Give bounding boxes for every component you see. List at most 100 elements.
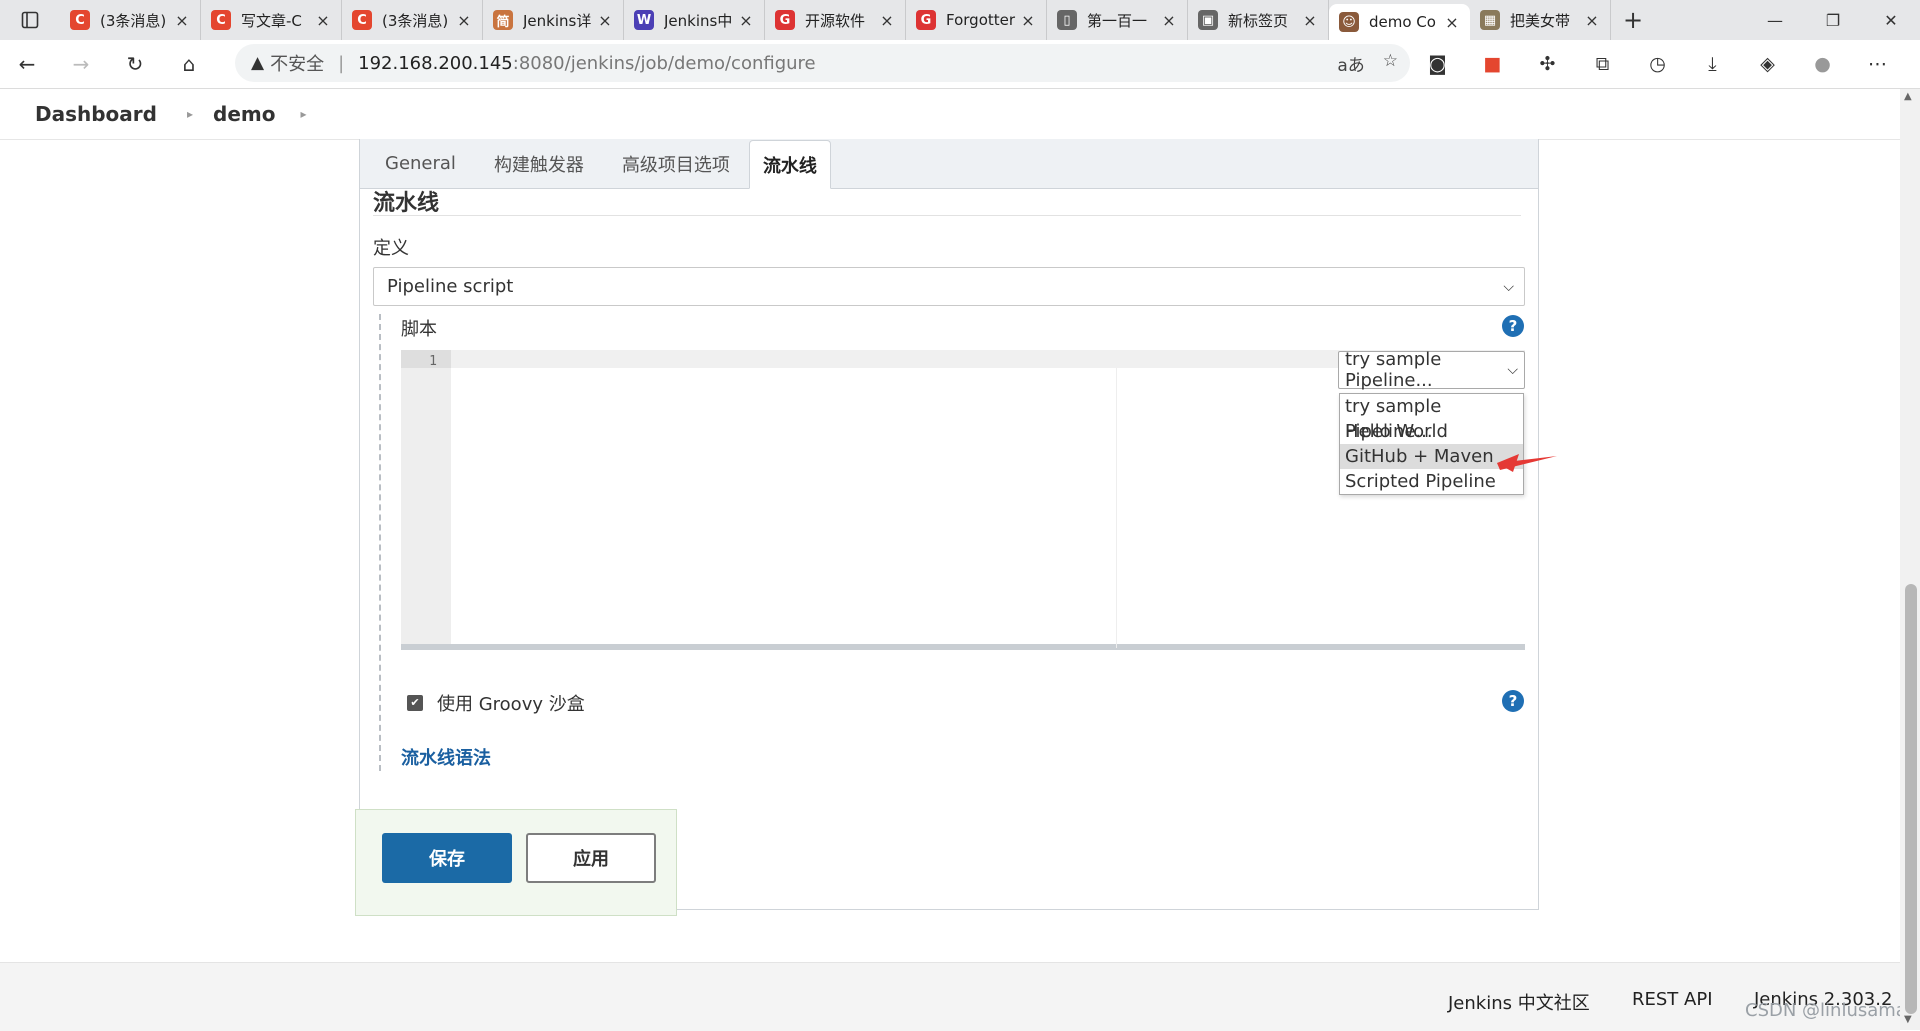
scroll-up-icon[interactable]: ▲ [1904, 91, 1912, 102]
extension-1-icon[interactable]: ◙ [1410, 53, 1465, 75]
browser-tab[interactable]: W Jenkins中 × [624, 0, 765, 40]
breadcrumb-job[interactable]: demo [213, 102, 275, 126]
tab-favicon-icon: C [352, 10, 372, 30]
chevron-down-icon: ⌵ [1503, 278, 1514, 295]
browser-tab[interactable]: G 开源软件 × [765, 0, 906, 40]
favorite-add-icon[interactable]: ☆ [1383, 51, 1398, 76]
tab-title: Jenkins中 [664, 11, 733, 30]
tab-title: 开源软件 [805, 11, 866, 30]
tab-title: (3条消息) [382, 11, 449, 30]
chevron-down-icon: ⌵ [1507, 362, 1518, 378]
option-hello-world[interactable]: Hello World [1340, 419, 1523, 444]
browser-tab[interactable]: ☺ demo Co × [1329, 4, 1470, 40]
tab-title: 把美女带 [1510, 11, 1571, 30]
tab-pipeline[interactable]: 流水线 [748, 140, 831, 189]
sample-pipeline-value: try sample Pipeline... [1345, 349, 1442, 391]
reload-icon[interactable]: ↻ [108, 40, 162, 88]
close-window-icon[interactable]: ✕ [1862, 0, 1920, 40]
definition-label: 定义 [373, 238, 409, 259]
csdn-extension-icon[interactable]: ■ [1465, 53, 1520, 75]
option-scripted-pipeline[interactable]: Scripted Pipeline [1340, 469, 1523, 494]
tab-build-triggers[interactable]: 构建触发器 [475, 139, 603, 188]
more-menu-icon[interactable]: ⋯ [1850, 53, 1905, 75]
tab-favicon-icon: C [70, 10, 90, 30]
close-tab-icon[interactable]: × [1444, 13, 1460, 32]
performance-icon[interactable]: ◈ [1740, 53, 1795, 75]
tab-favicon-icon: ☺ [1339, 12, 1359, 32]
option-try-sample[interactable]: try sample Pipeline... [1340, 394, 1523, 442]
close-tab-icon[interactable]: × [879, 11, 895, 30]
groovy-sandbox-label[interactable]: 使用 Groovy 沙盒 [437, 690, 585, 716]
extensions-icon[interactable]: ✣ [1520, 53, 1575, 75]
close-tab-icon[interactable]: × [1020, 11, 1036, 30]
url-separator: | [338, 52, 345, 74]
read-aloud-icon[interactable]: aあ [1337, 51, 1364, 76]
browser-tab[interactable]: ▯ 第一百一 × [1047, 0, 1188, 40]
script-label: 脚本 [401, 319, 437, 340]
back-icon[interactable]: ← [0, 40, 54, 88]
option-github-maven[interactable]: GitHub + Maven [1340, 444, 1523, 469]
tab-favicon-icon: C [211, 10, 231, 30]
groovy-sandbox-checkbox[interactable]: ✔ [407, 695, 423, 711]
form-button-bar: 保存 应用 [355, 809, 677, 916]
definition-value: Pipeline script [387, 276, 514, 297]
download-icon[interactable]: ⤓ [1685, 53, 1740, 75]
breadcrumb-dashboard[interactable]: Dashboard [35, 102, 157, 126]
pipeline-syntax-link[interactable]: 流水线语法 [401, 744, 491, 770]
insecure-label: 不安全 [270, 54, 325, 75]
definition-select[interactable]: Pipeline script ⌵ [373, 267, 1525, 306]
profile-avatar-icon[interactable]: ● [1795, 53, 1850, 75]
line-number: 1 [429, 354, 437, 369]
tab-title: Jenkins详 [523, 11, 592, 30]
address-bar[interactable]: ▲ 不安全 | 192.168.200.145:8080/jenkins/job… [235, 44, 1410, 82]
section-divider [373, 215, 1521, 216]
footer-community-link[interactable]: Jenkins 中文社区 [1448, 989, 1590, 1015]
history-icon[interactable]: ◷ [1630, 53, 1685, 75]
scrollbar-thumb[interactable] [1905, 584, 1917, 1014]
editor-print-margin [1116, 368, 1117, 648]
browser-tab[interactable]: C 写文章-C × [201, 0, 342, 40]
chevron-right-icon[interactable]: ▸ [300, 107, 306, 121]
restore-icon[interactable]: ❐ [1804, 0, 1862, 40]
forward-icon[interactable]: → [54, 40, 108, 88]
footer-rest-api-link[interactable]: REST API [1632, 989, 1713, 1010]
minimize-icon[interactable]: — [1746, 0, 1804, 40]
tab-title: (3条消息) [100, 11, 167, 30]
tab-general[interactable]: General [366, 139, 475, 188]
tab-actions-icon[interactable] [0, 0, 60, 40]
close-tab-icon[interactable]: × [174, 11, 190, 30]
chevron-right-icon[interactable]: ▸ [187, 107, 193, 121]
sample-pipeline-select[interactable]: try sample Pipeline... ⌵ [1338, 349, 1525, 391]
scroll-down-icon[interactable]: ▼ [1904, 1014, 1912, 1025]
tab-title: demo Co [1369, 13, 1436, 31]
browser-tab[interactable]: ▣ 新标签页 × [1188, 0, 1329, 40]
close-tab-icon[interactable]: × [597, 11, 613, 30]
nested-section-guide [379, 314, 382, 771]
close-tab-icon[interactable]: × [1302, 11, 1318, 30]
save-button[interactable]: 保存 [382, 833, 512, 883]
editor-gutter [401, 350, 451, 644]
tab-favicon-icon: 简 [493, 10, 513, 30]
close-tab-icon[interactable]: × [738, 11, 754, 30]
help-icon[interactable]: ? [1502, 315, 1524, 337]
home-icon[interactable]: ⌂ [162, 40, 216, 88]
browser-tab[interactable]: C (3条消息) × [60, 0, 201, 40]
browser-tab[interactable]: G Forgotter × [906, 0, 1047, 40]
page-footer: Jenkins 中文社区 REST API Jenkins 2.303.2 [0, 962, 1900, 1031]
url-path: :8080/jenkins/job/demo/configure [512, 52, 816, 74]
browser-tab[interactable]: C (3条消息) × [342, 0, 483, 40]
close-tab-icon[interactable]: × [1161, 11, 1177, 30]
close-tab-icon[interactable]: × [315, 11, 331, 30]
new-tab-button[interactable]: + [1611, 6, 1655, 34]
apply-button[interactable]: 应用 [526, 833, 656, 883]
tab-advanced-options[interactable]: 高级项目选项 [603, 139, 749, 188]
vertical-scrollbar[interactable]: ▲ ▼ [1900, 89, 1920, 1030]
close-tab-icon[interactable]: × [1584, 11, 1600, 30]
tab-favicon-icon: G [916, 10, 936, 30]
collections-icon[interactable]: ⧉ [1575, 53, 1630, 75]
sample-pipeline-dropdown: try sample Pipeline... Hello World GitHu… [1339, 393, 1524, 495]
help-icon[interactable]: ? [1502, 690, 1524, 712]
close-tab-icon[interactable]: × [456, 11, 472, 30]
browser-tab[interactable]: ▦ 把美女带 × [1470, 0, 1611, 40]
browser-tab[interactable]: 简 Jenkins详 × [483, 0, 624, 40]
